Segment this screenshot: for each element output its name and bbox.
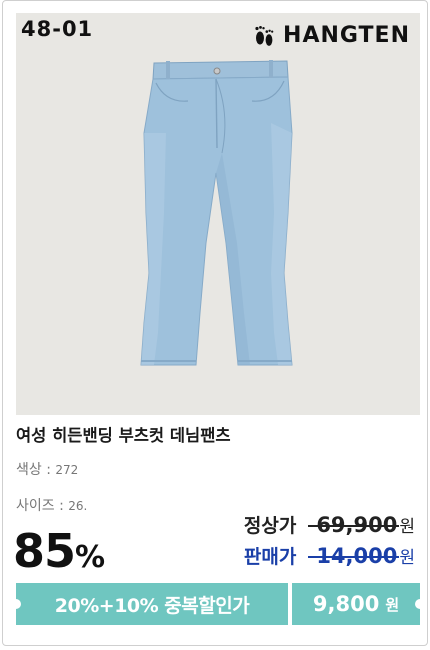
product-card[interactable]: 48-01 HANGTEN 여성 히든밴딩 부츠컷 데님팬츠 색상: 272 … [2,0,428,646]
sale-price-currency: 원 [399,548,415,568]
discount-percent-symbol: % [75,540,106,575]
promo-label: 20%+10% 중복할인가 [16,583,288,625]
promo-banner[interactable]: 20%+10% 중복할인가 9,800 원 [11,583,425,625]
final-price: 9,800 원 [292,583,420,625]
final-price-value: 9,800 [312,592,380,616]
sale-price-label: 판매가 [243,546,297,568]
sale-price-value: 14,000 [308,544,400,568]
sale-price-row: 판매가 14,000 원 [244,542,415,569]
regular-price-value: 69,900 [308,513,400,537]
discount-rate: 85% [13,524,105,578]
size-option: 사이즈 : 26. [16,495,87,515]
final-price-currency: 원 [385,595,400,614]
regular-price-currency: 원 [399,517,415,537]
color-label: 색상 : [16,462,56,478]
color-option: 색상 : 272 [16,459,78,479]
ticket-notch-left [11,599,21,609]
jeans-image [140,60,293,366]
size-label: 사이즈 : [16,498,69,514]
regular-price-row: 정상가 69,900 원 [244,511,415,538]
ticket-notch-right [415,599,425,609]
size-value: 26. [68,499,88,513]
color-value: 272 [55,463,79,477]
product-image-area[interactable]: 48-01 HANGTEN [16,13,420,415]
promo-text: 20%+10% 중복할인가 [54,594,250,617]
discount-number: 85 [13,524,76,578]
regular-price-label: 정상가 [243,515,297,537]
product-title[interactable]: 여성 히든밴딩 부츠컷 데님팬츠 [16,422,231,446]
